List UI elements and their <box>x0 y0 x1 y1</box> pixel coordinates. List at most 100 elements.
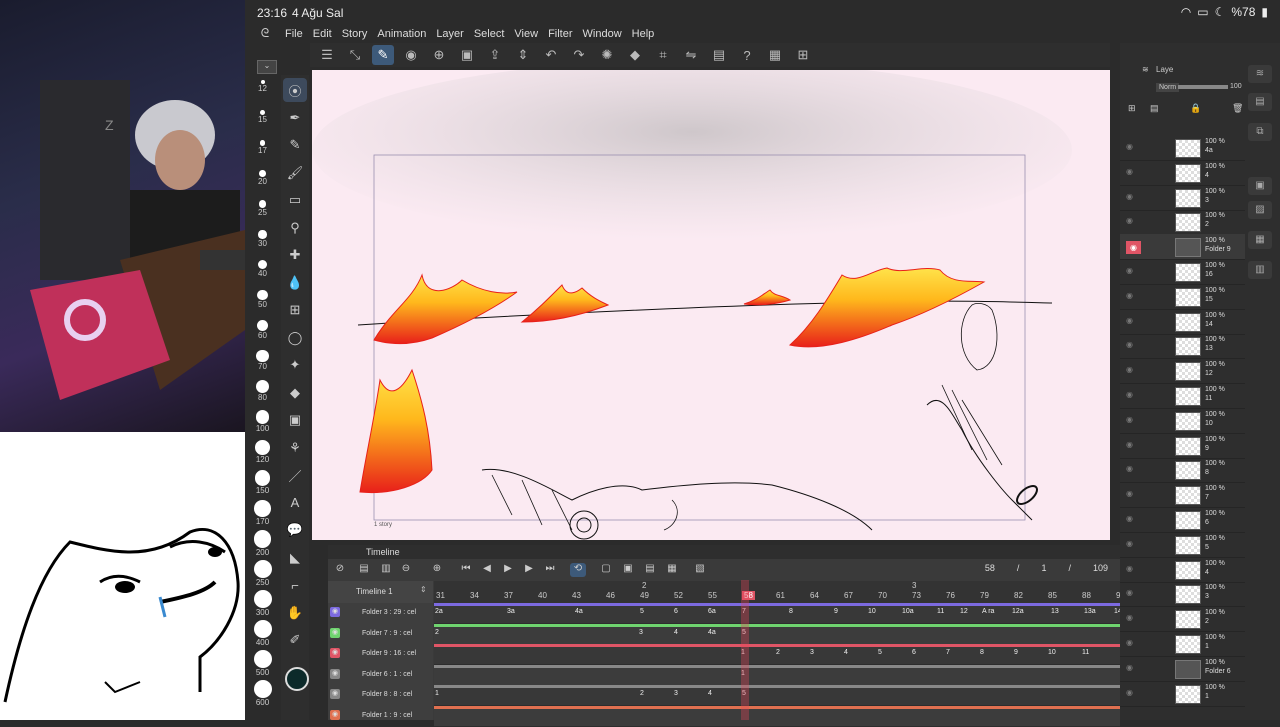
eyedropper-icon[interactable]: ✐ <box>283 628 307 652</box>
cel-label[interactable]: 10 <box>1048 649 1056 656</box>
layers-panel-icon[interactable]: ≋ <box>1248 65 1272 83</box>
cel-label[interactable]: 8 <box>980 649 984 656</box>
layer-item[interactable]: ◉ 100 % 2 <box>1120 209 1245 236</box>
visibility-icon[interactable]: ◉ <box>1126 216 1133 225</box>
visibility-icon[interactable]: ◉ <box>1126 663 1133 672</box>
track-header[interactable]: ◉ Folder 9 : 16 : cel <box>328 644 433 664</box>
operation-icon[interactable]: ⌐ <box>283 573 307 597</box>
zoom-out-icon[interactable]: ⊖ <box>398 563 414 577</box>
brush-size-option[interactable]: 200 <box>245 530 280 557</box>
layer-item[interactable]: ◉ 100 % 1 <box>1120 681 1245 707</box>
timeline-selector[interactable]: Timeline 1 ⇕ <box>328 581 433 603</box>
sub-view-icon[interactable]: ▨ <box>1248 201 1272 219</box>
pencil-icon[interactable]: ✎ <box>283 133 307 157</box>
layer-item[interactable]: ◉ 100 % 5 <box>1120 532 1245 558</box>
brush-size-option[interactable]: 60 <box>245 320 280 340</box>
track-header[interactable]: ◉ Folder 3 : 29 : cel <box>328 603 433 623</box>
grid-tool-icon[interactable]: ⊞ <box>283 298 307 322</box>
layer-item[interactable]: ◉ 100 % 7 <box>1120 482 1245 509</box>
next-frame-icon[interactable]: ▶ <box>521 563 537 577</box>
visibility-icon[interactable]: ◉ <box>1126 241 1141 255</box>
new-folder-icon[interactable]: ▤ <box>1150 103 1159 114</box>
balloon-icon[interactable]: 💬 <box>283 518 307 542</box>
text-tool-icon[interactable]: A <box>283 491 307 515</box>
visibility-icon[interactable]: ◉ <box>1126 613 1133 622</box>
layer-item[interactable]: ◉ 100 % 11 <box>1120 383 1245 409</box>
menu-window[interactable]: Window <box>583 28 630 40</box>
visibility-icon[interactable]: ◉ <box>1126 638 1133 647</box>
chevron-up-down-icon[interactable]: ⇕ <box>420 585 427 594</box>
lasso-icon[interactable]: ◯ <box>283 326 307 350</box>
sparkle-icon[interactable]: ⚘ <box>283 436 307 460</box>
cel-label[interactable]: 13 <box>1051 608 1059 615</box>
cel-label[interactable]: 2 <box>435 629 439 636</box>
transform-icon[interactable]: ⌗ <box>652 45 674 65</box>
chevron-down-icon[interactable]: ⌄ <box>257 60 277 74</box>
track-header[interactable]: ◉ Folder 1 : 9 : cel <box>328 706 433 726</box>
brush-size-option[interactable]: 70 <box>245 350 280 371</box>
brush-size-option[interactable]: 120 <box>245 440 280 464</box>
track-header[interactable]: ◉ Folder 7 : 9 : cel <box>328 624 433 644</box>
export-icon[interactable]: ⇪ <box>484 45 506 65</box>
visibility-icon[interactable]: ◉ <box>1126 688 1133 697</box>
gradient-icon[interactable]: ▣ <box>283 408 307 432</box>
menu-help[interactable]: Help <box>632 28 663 40</box>
layer-item[interactable]: ◉ 100 % 10 <box>1120 408 1245 434</box>
cel-label[interactable]: 2 <box>640 690 644 697</box>
cel-label[interactable]: 11 <box>937 608 944 615</box>
visibility-icon[interactable]: ◉ <box>1126 440 1133 449</box>
brush-size-option[interactable]: 40 <box>245 260 280 278</box>
visibility-icon[interactable]: ◉ <box>1126 564 1133 573</box>
cel-label[interactable]: 6a <box>708 608 716 615</box>
menu-animation[interactable]: Animation <box>377 28 434 40</box>
undo-icon[interactable]: ↶ <box>540 45 562 65</box>
brush-size-option[interactable]: 500 <box>245 650 280 677</box>
brush-icon[interactable]: 🖌 <box>283 161 307 185</box>
brush-size-option[interactable]: 17 <box>245 140 280 155</box>
track-header[interactable]: ◉ Folder 6 : 1 : cel <box>328 665 433 685</box>
ruler-icon[interactable]: ▤ <box>708 45 730 65</box>
lock-icon[interactable]: 🔒 <box>1190 103 1201 114</box>
layer-item[interactable]: ◉ 100 % 2 <box>1120 606 1245 633</box>
first-frame-icon[interactable]: ⏮ <box>458 563 474 577</box>
cel-label[interactable]: 1 <box>435 690 439 697</box>
brush-size-option[interactable]: 600 <box>245 680 280 707</box>
cel-label[interactable]: 9 <box>1014 649 1018 656</box>
timeline-track[interactable]: 2 3 4 4a 5 <box>434 623 1120 645</box>
edit-icon[interactable]: ✎ <box>372 45 394 65</box>
layer-item[interactable]: ◉ 100 % 4 <box>1120 557 1245 583</box>
expand-icon[interactable]: ⇕ <box>512 45 534 65</box>
delete-layer-icon[interactable]: 🗑 <box>1232 103 1243 114</box>
property-icon[interactable]: ▥ <box>1248 261 1272 279</box>
redo-icon[interactable]: ↷ <box>568 45 590 65</box>
cel-label[interactable]: 4 <box>708 690 712 697</box>
move-layer-icon[interactable]: ✚ <box>283 243 307 267</box>
visibility-icon[interactable]: ◉ <box>1126 340 1133 349</box>
copy-icon[interactable]: ⧉ <box>1248 123 1272 141</box>
cel-label[interactable]: 12 <box>960 608 968 615</box>
copy-cel-icon[interactable]: ▣ <box>620 563 636 577</box>
visibility-icon[interactable]: ◉ <box>1126 192 1133 201</box>
brush-size-option[interactable]: 12 <box>245 80 280 93</box>
visibility-icon[interactable]: ◉ <box>1126 464 1133 473</box>
drawing-canvas[interactable]: 1 story <box>312 70 1110 540</box>
new-cel-icon[interactable]: ▢ <box>598 563 614 577</box>
move-icon[interactable]: ⦿ <box>283 78 307 102</box>
layer-item[interactable]: ◉ 100 % 4a <box>1120 135 1245 161</box>
cel-label[interactable]: 8 <box>789 608 793 615</box>
visibility-icon[interactable]: ◉ <box>1126 588 1133 597</box>
timeline-track[interactable]: 12345 <box>434 685 1120 706</box>
timeline-track[interactable] <box>434 705 1120 727</box>
stamp-icon[interactable]: ⚲ <box>283 216 307 240</box>
cel-label[interactable]: 9 <box>834 608 838 615</box>
paste-cel-icon[interactable]: ▤ <box>642 563 658 577</box>
menu-select[interactable]: Select <box>474 28 513 40</box>
cel-label[interactable]: 5 <box>640 608 644 615</box>
flip-icon[interactable]: ⇋ <box>680 45 702 65</box>
eye-icon[interactable]: ◉ <box>330 689 340 699</box>
brush-size-option[interactable]: 100 <box>245 410 280 433</box>
gallery-icon[interactable]: ▦ <box>764 45 786 65</box>
brush-size-option[interactable]: 80 <box>245 380 280 402</box>
material-icon[interactable]: ▦ <box>1248 231 1272 249</box>
cel-label[interactable]: 3a <box>507 608 515 615</box>
